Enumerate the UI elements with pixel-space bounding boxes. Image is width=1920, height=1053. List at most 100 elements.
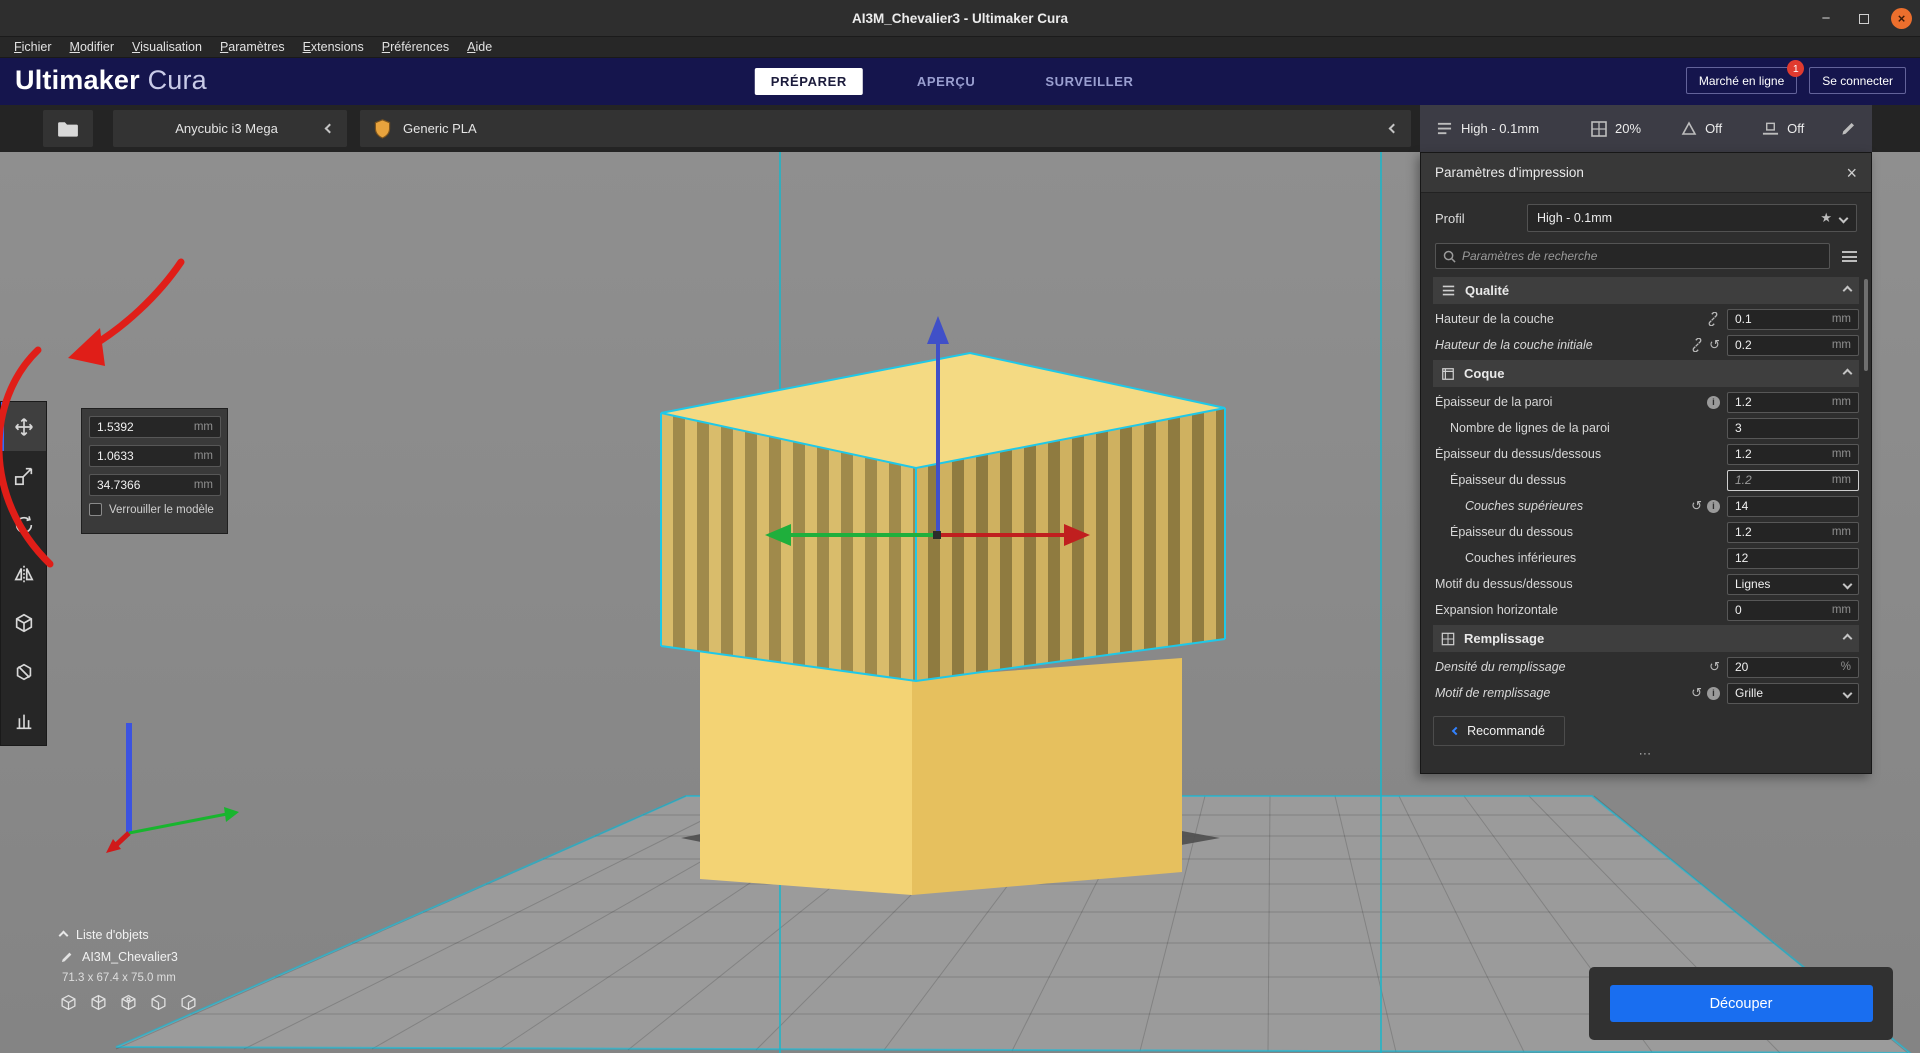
object-list-toggle[interactable]: Liste d'objets [58, 928, 197, 942]
chevron-up-icon [1842, 285, 1853, 296]
x-position-field[interactable]: 1.5392 mm [89, 416, 221, 438]
menu-extensions[interactable]: Extensions [295, 38, 372, 56]
setting-field[interactable]: 3 [1727, 417, 1859, 439]
setting-field-focused[interactable]: 1.2 mm [1727, 469, 1859, 491]
menu-preferences[interactable]: Préférences [374, 38, 457, 56]
folder-icon [58, 121, 78, 137]
tab-apercu[interactable]: APERÇU [901, 68, 992, 95]
print-settings-summary[interactable]: High - 0.1mm 20% Off Off [1420, 105, 1872, 152]
section-shell[interactable]: Coque [1433, 360, 1859, 387]
section-infill[interactable]: Remplissage [1433, 625, 1859, 652]
info-icon[interactable] [1707, 686, 1720, 700]
chevron-left-icon [1451, 726, 1461, 736]
setting-field[interactable]: 14 [1727, 495, 1859, 517]
panel-title: Paramètres d'impression [1435, 165, 1584, 180]
view-cube-5-icon[interactable] [180, 994, 197, 1011]
restore-icon [1859, 13, 1869, 24]
view-cube-1-icon[interactable] [60, 994, 77, 1011]
summary-support: Off [1705, 121, 1723, 136]
menu-modifier[interactable]: Modifier [62, 38, 122, 56]
view-cube-4-icon[interactable] [150, 994, 167, 1011]
close-panel-icon[interactable]: × [1846, 164, 1857, 182]
view-cube-2-icon[interactable] [90, 994, 107, 1011]
setting-field[interactable]: 0.1 mm [1727, 308, 1859, 330]
recommended-button[interactable]: Recommandé [1433, 716, 1565, 746]
scale-icon [14, 467, 32, 485]
tab-surveiller[interactable]: SURVEILLER [1029, 68, 1149, 95]
setting-row: Motif de remplissage ↺ Grille [1421, 680, 1871, 706]
panel-resize-handle[interactable]: ⋯ [1421, 747, 1871, 760]
custom-supports-icon [16, 714, 31, 729]
y-position-field[interactable]: 1.0633 mm [89, 445, 221, 467]
move-tool-button[interactable] [1, 402, 46, 451]
rotate-tool-button[interactable] [1, 500, 46, 549]
search-input[interactable] [1462, 249, 1822, 263]
close-window-button[interactable]: × [1891, 8, 1912, 29]
setting-field[interactable]: 1.2 mm [1727, 521, 1859, 543]
printer-selector[interactable]: Anycubic i3 Mega [113, 110, 347, 147]
revert-icon[interactable]: ↺ [1691, 687, 1702, 700]
chevron-up-icon [1842, 368, 1853, 379]
z-position-field[interactable]: 34.7366 mm [89, 474, 221, 496]
move-tool-panel: 1.5392 mm 1.0633 mm 34.7366 mm Verrouiller … [81, 408, 228, 534]
custom-supports-button[interactable] [1, 696, 46, 745]
scale-tool-button[interactable] [1, 451, 46, 500]
lock-model-checkbox[interactable] [89, 503, 102, 516]
settings-scrollbar[interactable] [1864, 279, 1868, 371]
menu-parametres[interactable]: Paramètres [212, 38, 293, 56]
menu-fichier[interactable]: Fichier [6, 38, 60, 56]
gizmo-center-handle[interactable] [933, 531, 941, 539]
setting-row: Hauteur de la couche 0.1 mm [1421, 306, 1871, 332]
revert-icon[interactable]: ↺ [1709, 661, 1720, 674]
object-list-item[interactable]: AI3M_Chevalier3 [60, 950, 197, 964]
cura-window: AI3M_Chevalier3 - Ultimaker Cura − × Fic… [0, 0, 1920, 1053]
setting-field[interactable]: 0.2 mm [1727, 334, 1859, 356]
setting-select[interactable]: Grille [1727, 682, 1859, 704]
settings-menu-icon[interactable] [1842, 250, 1857, 262]
view-cube-3-icon[interactable] [120, 994, 137, 1011]
revert-icon[interactable]: ↺ [1709, 339, 1720, 352]
setting-select[interactable]: Lignes [1727, 573, 1859, 595]
section-label: Qualité [1465, 283, 1510, 298]
stage-tabs: PRÉPARER APERÇU SURVEILLER [754, 58, 1150, 105]
sign-in-button[interactable]: Se connecter [1809, 67, 1906, 94]
setting-field[interactable]: 0 mm [1727, 599, 1859, 621]
minimize-button[interactable]: − [1815, 8, 1837, 30]
menu-aide[interactable]: Aide [459, 38, 500, 56]
marketplace-button[interactable]: Marché en ligne 1 [1685, 60, 1805, 94]
slice-button[interactable]: Découper [1609, 985, 1873, 1022]
chevron-down-icon [1842, 579, 1853, 589]
model-base-right-face[interactable] [912, 658, 1182, 895]
model-base-left-face[interactable] [700, 648, 912, 895]
per-model-settings-button[interactable] [1, 598, 46, 647]
support-blocker-button[interactable] [1, 647, 46, 696]
info-icon[interactable] [1707, 395, 1720, 409]
favorite-star-icon[interactable]: ★ [1820, 210, 1832, 226]
restore-button[interactable] [1853, 8, 1875, 30]
settings-search[interactable] [1435, 243, 1830, 269]
revert-icon[interactable]: ↺ [1691, 500, 1702, 513]
info-icon[interactable] [1707, 499, 1720, 513]
link-icon[interactable] [1706, 312, 1720, 326]
setting-row: Couches inférieures 12 [1421, 545, 1871, 571]
section-quality[interactable]: Qualité [1433, 277, 1859, 304]
material-selector[interactable]: Generic PLA [360, 110, 1411, 147]
edit-settings-icon[interactable] [1840, 121, 1856, 137]
mirror-tool-button[interactable] [1, 549, 46, 598]
model[interactable] [660, 351, 1226, 895]
menu-visualisation[interactable]: Visualisation [124, 38, 210, 56]
section-label: Remplissage [1464, 631, 1545, 646]
chevron-left-icon [1388, 123, 1399, 134]
object-list: Liste d'objets AI3M_Chevalier3 71.3 x 67… [58, 928, 197, 1011]
setting-label: Épaisseur du dessus [1450, 473, 1567, 487]
open-file-button[interactable] [43, 110, 93, 147]
setting-field[interactable]: 20% [1727, 656, 1859, 678]
tab-preparer[interactable]: PRÉPARER [754, 68, 863, 95]
link-icon[interactable] [1690, 338, 1704, 352]
profile-dropdown[interactable]: High - 0.1mm ★ [1527, 204, 1857, 232]
setting-label: Hauteur de la couche [1435, 312, 1554, 326]
setting-field[interactable]: 1.2 mm [1727, 443, 1859, 465]
setting-field[interactable]: 1.2 mm [1727, 391, 1859, 413]
setting-field[interactable]: 12 [1727, 547, 1859, 569]
setting-row: Expansion horizontale 0 mm [1421, 597, 1871, 623]
